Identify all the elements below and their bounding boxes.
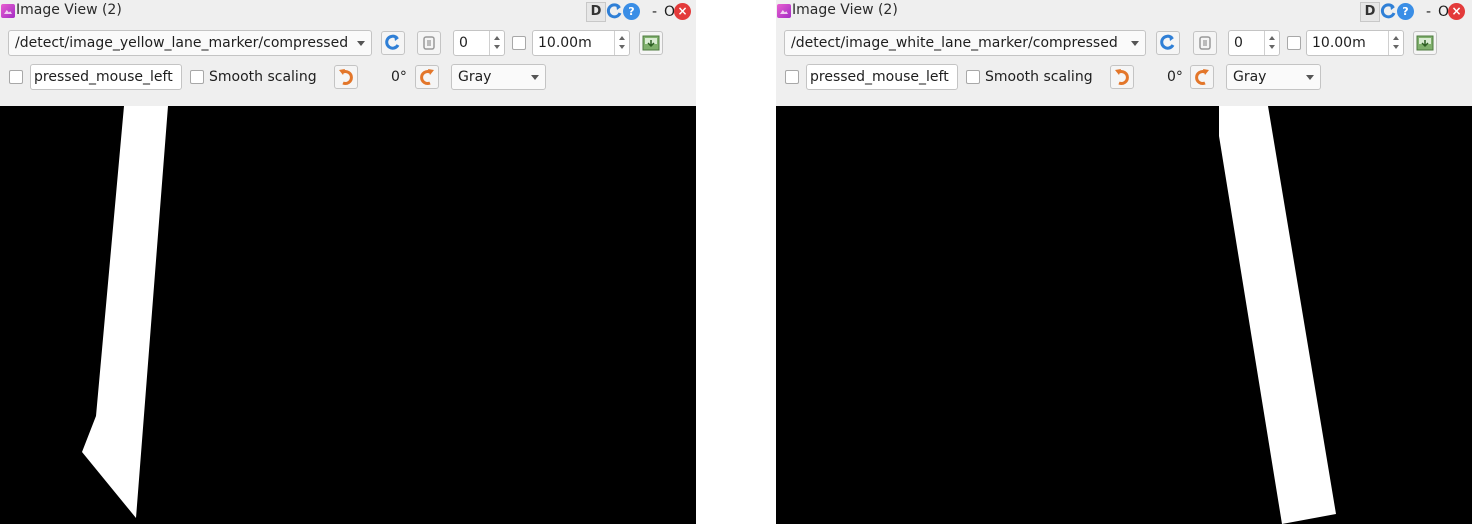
zoom-icon: [423, 36, 435, 50]
save-image-button[interactable]: [639, 31, 663, 55]
rotate-left-button[interactable]: [1110, 65, 1134, 89]
close-icon[interactable]: ×: [674, 3, 691, 20]
dynamic-range-checkbox[interactable]: [1287, 36, 1301, 50]
mouse-topic-input[interactable]: pressed_mouse_left: [806, 64, 958, 90]
rotate-left-button[interactable]: [334, 65, 358, 89]
spinbox-value: 0: [1234, 35, 1243, 51]
save-image-icon: [1416, 35, 1434, 51]
white-lane-marker-shape: [1219, 106, 1336, 524]
color-scheme-value: Gray: [458, 69, 492, 85]
yellow-lane-marker-shape: [82, 106, 168, 518]
save-image-icon: [642, 35, 660, 51]
smooth-scaling-label: Smooth scaling: [209, 69, 317, 85]
mouse-topic-input[interactable]: pressed_mouse_left: [30, 64, 182, 90]
mouse-topic-value: pressed_mouse_left: [810, 69, 949, 85]
zoom-fit-button[interactable]: [417, 31, 441, 55]
image-view-panel-yellow: Image View (2) D ? - O × /detect/image_y…: [0, 0, 696, 524]
color-scheme-value: Gray: [1233, 69, 1267, 85]
reload-icon[interactable]: [606, 3, 623, 20]
mouse-topic-value: pressed_mouse_left: [34, 69, 173, 85]
topic-select[interactable]: /detect/image_white_lane_marker/compress…: [784, 30, 1146, 56]
rotation-label: 0°: [1167, 69, 1183, 85]
minimize-button[interactable]: -: [652, 2, 657, 22]
topic-select[interactable]: /detect/image_yellow_lane_marker/compres…: [8, 30, 372, 56]
rotate-right-icon: [420, 69, 434, 85]
reload-icon[interactable]: [1380, 3, 1397, 20]
rotate-right-button[interactable]: [415, 65, 439, 89]
help-icon[interactable]: ?: [1397, 3, 1414, 20]
save-image-button[interactable]: [1413, 31, 1437, 55]
num-gridlines-spinbox[interactable]: 0: [453, 30, 505, 56]
refresh-topics-button[interactable]: [1156, 31, 1180, 55]
title-bar: Image View (2) D ? - O ×: [776, 0, 1472, 24]
rotate-left-icon: [1115, 69, 1129, 85]
chevron-down-icon: [1306, 75, 1314, 80]
max-range-spinbox[interactable]: 10.00m: [1306, 30, 1404, 56]
window-title: Image View (2): [792, 2, 898, 18]
smooth-scaling-checkbox[interactable]: [190, 70, 204, 84]
dynamic-range-checkbox[interactable]: [512, 36, 526, 50]
minimize-button[interactable]: -: [1426, 2, 1431, 22]
rotate-left-icon: [339, 69, 353, 85]
color-scheme-select[interactable]: Gray: [1226, 64, 1321, 90]
topic-select-value: /detect/image_yellow_lane_marker/compres…: [15, 35, 349, 51]
zoom-icon: [1199, 36, 1211, 50]
image-canvas[interactable]: [0, 106, 696, 524]
num-gridlines-spinbox[interactable]: 0: [1228, 30, 1280, 56]
image-canvas[interactable]: [776, 106, 1472, 524]
spin-arrows-icon[interactable]: [1264, 31, 1279, 55]
topic-select-value: /detect/image_white_lane_marker/compress…: [791, 35, 1118, 51]
spin-arrows-icon[interactable]: [1388, 31, 1403, 55]
spinbox-value: 0: [459, 35, 468, 51]
spin-arrows-icon[interactable]: [489, 31, 504, 55]
color-scheme-select[interactable]: Gray: [451, 64, 546, 90]
d-button[interactable]: D: [586, 2, 606, 22]
publish-click-checkbox[interactable]: [9, 70, 23, 84]
max-range-value: 10.00m: [538, 35, 592, 51]
close-icon[interactable]: ×: [1448, 3, 1465, 20]
image-view-panel-white: Image View (2) D ? - O × /detect/image_w…: [776, 0, 1472, 524]
chevron-down-icon: [357, 41, 365, 46]
smooth-scaling-checkbox[interactable]: [966, 70, 980, 84]
refresh-icon: [385, 34, 400, 50]
rotate-right-icon: [1195, 69, 1209, 85]
chevron-down-icon: [531, 75, 539, 80]
chevron-down-icon: [1131, 41, 1139, 46]
smooth-scaling-label: Smooth scaling: [985, 69, 1093, 85]
window-title: Image View (2): [16, 2, 122, 18]
refresh-icon: [1160, 34, 1175, 50]
publish-click-checkbox[interactable]: [785, 70, 799, 84]
zoom-fit-button[interactable]: [1193, 31, 1217, 55]
max-range-value: 10.00m: [1312, 35, 1366, 51]
help-icon[interactable]: ?: [623, 3, 640, 20]
title-bar: Image View (2) D ? - O ×: [0, 0, 696, 24]
rotate-right-button[interactable]: [1190, 65, 1214, 89]
image-view-app-icon: [777, 4, 791, 18]
max-range-spinbox[interactable]: 10.00m: [532, 30, 630, 56]
spin-arrows-icon[interactable]: [614, 31, 629, 55]
refresh-topics-button[interactable]: [381, 31, 405, 55]
rotation-label: 0°: [391, 69, 407, 85]
image-view-app-icon: [1, 4, 15, 18]
d-button[interactable]: D: [1360, 2, 1380, 22]
